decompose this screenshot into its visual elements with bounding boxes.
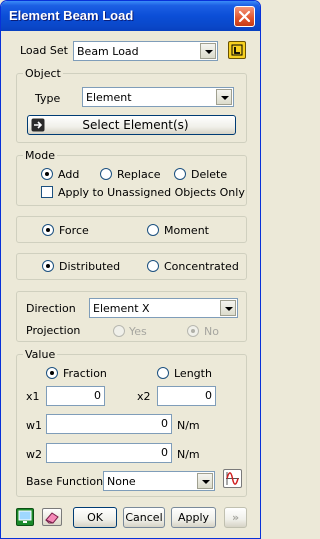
force-radio[interactable] — [42, 224, 54, 236]
select-elements-label: Select Element(s) — [82, 118, 189, 132]
projection-yes-label: Yes — [129, 325, 147, 338]
unassigned-only-label: Apply to Unassigned Objects Only — [58, 186, 245, 199]
object-type-value: Element — [86, 91, 132, 104]
chevron-down-icon[interactable] — [220, 300, 236, 316]
projection-no-label: No — [204, 325, 219, 338]
ok-button[interactable]: OK — [73, 507, 117, 528]
direction-label: Direction — [26, 302, 76, 315]
direction-select[interactable]: Element X — [89, 298, 238, 318]
base-function-value: None — [107, 475, 136, 488]
base-function-select[interactable]: None — [103, 471, 215, 491]
x2-input[interactable]: 0 — [157, 386, 216, 406]
mode-delete-label: Delete — [191, 168, 228, 181]
object-type-select[interactable]: Element — [82, 87, 234, 107]
chevron-down-icon[interactable] — [200, 43, 216, 59]
x2-label: x2 — [137, 390, 151, 403]
moment-label: Moment — [164, 224, 209, 237]
projection-label: Projection — [26, 324, 81, 337]
title-bar[interactable]: Element Beam Load — [1, 1, 260, 31]
concentrated-label: Concentrated — [164, 260, 239, 273]
monitor-icon — [18, 510, 32, 523]
w2-label: w2 — [26, 448, 42, 461]
apply-button[interactable]: Apply — [171, 507, 216, 528]
mode-delete-radio[interactable] — [174, 168, 186, 180]
select-elements-button[interactable]: Select Element(s) — [27, 115, 236, 135]
select-arrow-icon — [31, 118, 45, 132]
load-set-value: Beam Load — [77, 45, 139, 58]
w1-input[interactable]: 0 — [46, 414, 172, 434]
w1-label: w1 — [26, 419, 42, 432]
projection-no-radio[interactable] — [187, 325, 199, 337]
base-function-button[interactable] — [223, 469, 242, 488]
object-group-label: Object — [23, 67, 63, 80]
direction-value: Element X — [93, 302, 150, 315]
chevron-down-icon[interactable] — [197, 473, 213, 489]
w1-unit: N/m — [177, 419, 200, 432]
mode-add-radio[interactable] — [41, 168, 53, 180]
x1-input[interactable]: 0 — [46, 386, 105, 406]
concentrated-radio[interactable] — [147, 260, 159, 272]
eraser-icon — [45, 512, 59, 524]
mode-replace-radio[interactable] — [100, 168, 112, 180]
view-model-button[interactable] — [16, 508, 34, 526]
fraction-radio[interactable] — [46, 367, 58, 379]
object-type-label: Type — [35, 92, 61, 105]
length-label: Length — [174, 367, 212, 380]
window-title: Element Beam Load — [9, 8, 134, 23]
base-function-label: Base Function — [26, 475, 104, 488]
close-icon — [238, 10, 251, 23]
load-set-icon — [231, 44, 243, 56]
mode-replace-label: Replace — [117, 168, 161, 181]
moment-radio[interactable] — [147, 224, 159, 236]
load-set-manager-button[interactable] — [228, 41, 246, 59]
close-button[interactable] — [234, 6, 255, 27]
load-set-label: Load Set — [20, 44, 68, 57]
cancel-button[interactable]: Cancel — [123, 507, 165, 528]
projection-yes-radio[interactable] — [113, 325, 125, 337]
load-set-select[interactable]: Beam Load — [73, 41, 218, 61]
more-button[interactable]: » — [224, 507, 247, 528]
length-radio[interactable] — [157, 367, 169, 379]
x1-label: x1 — [26, 390, 40, 403]
eraser-button[interactable] — [42, 508, 62, 526]
chevron-down-icon[interactable] — [216, 89, 232, 105]
w2-input[interactable]: 0 — [46, 443, 172, 463]
force-label: Force — [59, 224, 89, 237]
unassigned-only-checkbox[interactable] — [41, 186, 53, 198]
mode-group-label: Mode — [23, 149, 57, 162]
mode-add-label: Add — [58, 168, 80, 181]
distributed-radio[interactable] — [42, 260, 54, 272]
function-graph-icon — [226, 472, 239, 485]
dialog-window: Element Beam Load Load Set Beam Load Obj… — [0, 0, 261, 539]
distributed-label: Distributed — [59, 260, 121, 273]
w2-unit: N/m — [177, 448, 200, 461]
fraction-label: Fraction — [63, 367, 107, 380]
value-group-label: Value — [23, 348, 58, 361]
